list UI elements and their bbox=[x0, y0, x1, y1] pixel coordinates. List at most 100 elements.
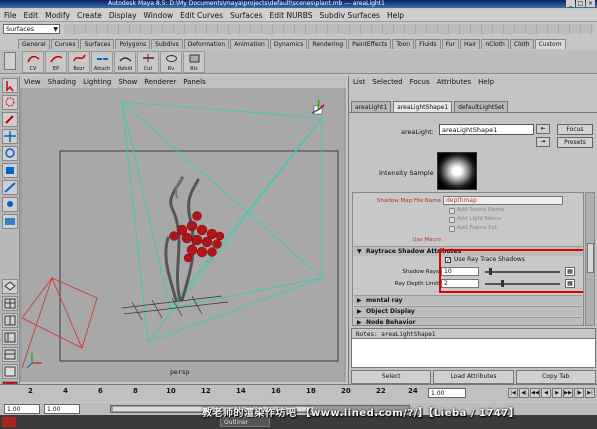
vp-menu-lighting[interactable]: Lighting bbox=[83, 76, 111, 88]
menu-modify[interactable]: Modify bbox=[45, 11, 70, 20]
shelf-tab[interactable]: Animation bbox=[230, 39, 269, 49]
shelf-menu-icon[interactable] bbox=[4, 52, 16, 70]
move-tool-icon[interactable] bbox=[2, 129, 18, 144]
shelf-tab[interactable]: Rendering bbox=[308, 39, 348, 49]
mental-ray-section[interactable]: ▶ mental ray bbox=[354, 295, 582, 305]
shelf-tab[interactable]: Cloth bbox=[509, 39, 534, 49]
minimize-button[interactable]: _ bbox=[566, 0, 575, 7]
shelf-tab[interactable]: Surfaces bbox=[80, 39, 115, 49]
vp-menu-show[interactable]: Show bbox=[118, 76, 137, 88]
tab-arealight1[interactable]: areaLight1 bbox=[351, 101, 392, 112]
vp-menu-view[interactable]: View bbox=[24, 76, 41, 88]
shelf-tab[interactable]: General bbox=[18, 39, 50, 49]
menu-set-dropdown[interactable]: Surfaces ▼ bbox=[3, 24, 60, 34]
layout-single-icon[interactable] bbox=[2, 279, 18, 294]
close-button[interactable]: × bbox=[586, 0, 595, 7]
menu-file[interactable]: File bbox=[4, 11, 17, 20]
tab-defaultlightset[interactable]: defaultLightSet bbox=[454, 101, 509, 112]
shelf-tab[interactable]: Fluids bbox=[415, 39, 441, 49]
playback-start-field[interactable]: 1.00 bbox=[44, 404, 80, 414]
shelf-tab[interactable]: Fur bbox=[441, 39, 460, 49]
last-tool-icon[interactable] bbox=[2, 214, 18, 229]
shelf-tab[interactable]: nCloth bbox=[481, 39, 509, 49]
shelf-tab[interactable]: Deformation bbox=[183, 39, 230, 49]
shelf-tab[interactable]: Hair bbox=[460, 39, 481, 49]
shelf-item-bezier[interactable]: Bezr bbox=[68, 51, 90, 73]
tab-arealightshape1[interactable]: areaLightShape1 bbox=[393, 101, 453, 112]
copy-tab-button[interactable]: Copy Tab bbox=[515, 370, 596, 384]
layout-graph-icon[interactable] bbox=[2, 347, 18, 362]
add-scene-name-checkbox[interactable] bbox=[449, 208, 455, 214]
shelf-item-cut[interactable]: Cut bbox=[137, 51, 159, 73]
shadow-map-field[interactable]: depthmap bbox=[443, 196, 563, 205]
scale-tool-icon[interactable] bbox=[2, 163, 18, 178]
vp-menu-panels[interactable]: Panels bbox=[183, 76, 206, 88]
load-attributes-button[interactable]: Load Attributes bbox=[433, 370, 514, 384]
shelf-tab[interactable]: PaintEffects bbox=[348, 39, 392, 49]
soft-mod-icon[interactable] bbox=[2, 197, 18, 212]
shelf-tab[interactable]: Subdivs bbox=[151, 39, 183, 49]
notes-panel[interactable]: Notes: areaLightShape1 bbox=[351, 328, 596, 368]
shelf-tab[interactable]: Polygons bbox=[115, 39, 151, 49]
node-behavior-section[interactable]: ▶ Node Behavior bbox=[354, 317, 582, 325]
lasso-tool-icon[interactable] bbox=[2, 95, 18, 110]
shelf-tab[interactable]: Curves bbox=[50, 39, 80, 49]
paint-select-icon[interactable] bbox=[2, 112, 18, 127]
time-slider[interactable]: 2 4 6 8 10 12 14 16 18 20 22 24 1.00 |◀ … bbox=[0, 384, 597, 402]
focus-button[interactable]: Focus bbox=[557, 124, 593, 135]
attr-scrollbar[interactable] bbox=[585, 192, 595, 326]
start-time-field[interactable]: 1.00 bbox=[4, 404, 40, 414]
go-to-end-icon[interactable]: ▶| bbox=[585, 388, 595, 398]
key-back-icon[interactable]: ◀◀ bbox=[530, 388, 540, 398]
menu-create[interactable]: Create bbox=[77, 11, 102, 20]
attr-menu-selected[interactable]: Selected bbox=[372, 76, 402, 88]
scrollbar-thumb[interactable] bbox=[587, 243, 594, 273]
maximize-button[interactable]: □ bbox=[576, 0, 585, 7]
layout-four-icon[interactable] bbox=[2, 296, 18, 311]
go-to-input-icon[interactable]: ⇤ bbox=[536, 124, 550, 134]
add-frame-ext-checkbox[interactable] bbox=[449, 226, 455, 232]
shelf-tab-custom[interactable]: Custom bbox=[534, 39, 566, 49]
manipulator-icon[interactable] bbox=[2, 180, 18, 195]
layout-outliner-icon[interactable] bbox=[2, 330, 18, 345]
add-light-name-checkbox[interactable] bbox=[449, 217, 455, 223]
play-back-icon[interactable]: ◀ bbox=[541, 388, 551, 398]
menu-edit-nurbs[interactable]: Edit NURBS bbox=[270, 11, 313, 20]
menu-window[interactable]: Window bbox=[144, 11, 174, 20]
attr-menu-list[interactable]: List bbox=[353, 76, 365, 88]
menu-subdiv-surfaces[interactable]: Subdiv Surfaces bbox=[320, 11, 380, 20]
start-icon[interactable] bbox=[2, 417, 16, 427]
menu-surfaces[interactable]: Surfaces bbox=[230, 11, 262, 20]
attr-scroll-area[interactable]: Shadow Map File Name depthmap Add Scene … bbox=[352, 192, 584, 326]
rotate-tool-icon[interactable] bbox=[2, 146, 18, 161]
status-line-icons[interactable] bbox=[64, 24, 594, 34]
shelf-tab[interactable]: Dynamics bbox=[269, 39, 308, 49]
shelf-item-revolve[interactable]: Rv bbox=[160, 51, 182, 73]
select-button[interactable]: Select bbox=[351, 370, 432, 384]
shelf-tab[interactable]: Toon bbox=[392, 39, 415, 49]
menu-display[interactable]: Display bbox=[109, 11, 137, 20]
object-display-section[interactable]: ▶ Object Display bbox=[354, 306, 582, 316]
shelf-item-reverse[interactable]: Rls bbox=[183, 51, 205, 73]
attr-menu-attributes[interactable]: Attributes bbox=[437, 76, 472, 88]
layout-hypershade-icon[interactable] bbox=[2, 364, 18, 379]
current-frame-field[interactable]: 1.00 bbox=[428, 388, 466, 398]
vp-menu-renderer[interactable]: Renderer bbox=[144, 76, 176, 88]
shelf-item-cv[interactable]: CV bbox=[22, 51, 44, 73]
vp-menu-shading[interactable]: Shading bbox=[48, 76, 76, 88]
shelf-item-rebuild[interactable]: Rebld bbox=[114, 51, 136, 73]
shelf-item-attach[interactable]: Attach bbox=[91, 51, 113, 73]
attr-menu-help[interactable]: Help bbox=[478, 76, 494, 88]
menu-help[interactable]: Help bbox=[387, 11, 404, 20]
menu-edit-curves[interactable]: Edit Curves bbox=[180, 11, 223, 20]
step-forward-icon[interactable]: |▶ bbox=[574, 388, 584, 398]
step-back-icon[interactable]: ◀| bbox=[519, 388, 529, 398]
play-forward-icon[interactable]: ▶ bbox=[552, 388, 562, 398]
presets-button[interactable]: Presets bbox=[557, 137, 593, 148]
attr-menu-focus[interactable]: Focus bbox=[410, 76, 430, 88]
go-to-start-icon[interactable]: |◀ bbox=[508, 388, 518, 398]
layout-split-icon[interactable] bbox=[2, 313, 18, 328]
viewport-canvas[interactable]: persp bbox=[22, 88, 344, 382]
shelf-item-ep[interactable]: EP bbox=[45, 51, 67, 73]
node-name-field[interactable]: areaLightShape1 bbox=[439, 124, 534, 135]
